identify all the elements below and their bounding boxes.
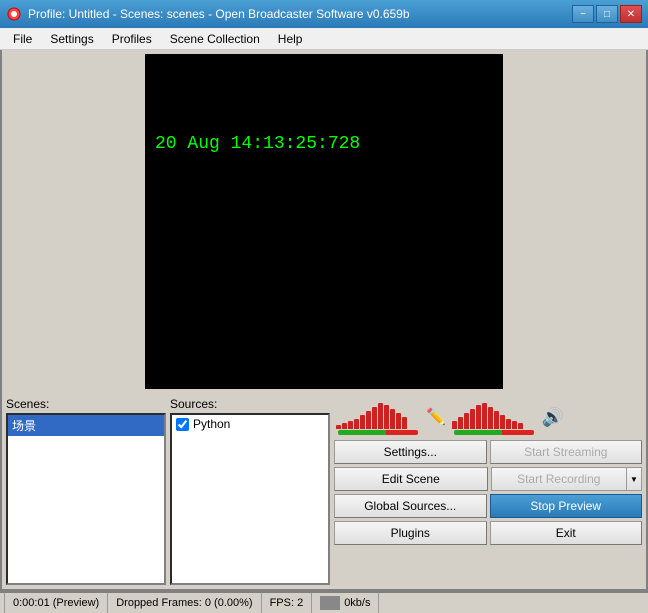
window-controls: − □ ✕ [572, 5, 642, 23]
left-level-bar [338, 430, 418, 435]
btn-row-3: Global Sources... Stop Preview [334, 494, 642, 518]
title-text: Profile: Untitled - Scenes: scenes - Ope… [28, 7, 572, 21]
status-bandwidth: 0kb/s [312, 593, 379, 613]
start-recording-container: Start Recording ▼ [491, 467, 643, 491]
status-time: 0:00:01 (Preview) [4, 593, 108, 613]
scenes-label: Scenes: [6, 397, 166, 411]
close-button[interactable]: ✕ [620, 5, 642, 23]
minimize-button[interactable]: − [572, 5, 594, 23]
btn-row-2: Edit Scene Start Recording ▼ [334, 467, 642, 491]
scenes-panel: Scenes: 场景 [6, 397, 166, 585]
menu-profiles[interactable]: Profiles [103, 29, 161, 49]
source-item[interactable]: Python [172, 415, 328, 433]
start-streaming-button[interactable]: Start Streaming [490, 440, 643, 464]
meter-bar [512, 421, 517, 429]
meter-bar [360, 415, 365, 429]
edit-icon: ✏️ [426, 407, 446, 427]
bandwidth-value: 0kb/s [344, 597, 370, 609]
main-window: 20 Aug 14:13:25:728 Scenes: 场景 Sources: … [0, 50, 648, 591]
meter-bar [452, 421, 457, 429]
left-meter-bars [336, 399, 420, 429]
right-level-bar [454, 430, 534, 435]
meter-bar [500, 415, 505, 429]
meters-row: ✏️ 🔊 [334, 397, 642, 437]
controls-panel: ✏️ 🔊 Settings... Start Streaming Edit Sc… [334, 397, 642, 585]
start-recording-dropdown[interactable]: ▼ [626, 467, 642, 491]
sources-list[interactable]: Python [170, 413, 330, 585]
meter-bar [458, 417, 463, 429]
source-checkbox[interactable] [176, 418, 189, 431]
meter-bar [506, 419, 511, 429]
plugins-button[interactable]: Plugins [334, 521, 487, 545]
title-bar: Profile: Untitled - Scenes: scenes - Ope… [0, 0, 648, 28]
right-meter-bars [452, 399, 536, 429]
bandwidth-indicator [320, 596, 340, 610]
meter-bar [464, 413, 469, 429]
meter-bar [384, 405, 389, 429]
btn-row-4: Plugins Exit [334, 521, 642, 545]
sources-panel: Sources: Python [170, 397, 330, 585]
volume-icon: 🔊 [542, 407, 564, 428]
menu-settings[interactable]: Settings [41, 29, 102, 49]
menu-help[interactable]: Help [269, 29, 312, 49]
meter-bar [494, 411, 499, 429]
sources-label: Sources: [170, 397, 330, 411]
meter-bar [354, 419, 359, 429]
meter-bar [348, 421, 353, 429]
preview-area: 20 Aug 14:13:25:728 [145, 54, 503, 389]
status-dropped: Dropped Frames: 0 (0.00%) [108, 593, 261, 613]
bottom-section: Scenes: 场景 Sources: Python [2, 393, 646, 589]
meter-bar [470, 409, 475, 429]
meter-bar [396, 413, 401, 429]
menu-file[interactable]: File [4, 29, 41, 49]
meter-bar [390, 409, 395, 429]
app-icon [6, 6, 22, 22]
source-label: Python [193, 417, 230, 431]
menu-bar: File Settings Profiles Scene Collection … [0, 28, 648, 50]
settings-button[interactable]: Settings... [334, 440, 487, 464]
meter-bar [336, 425, 341, 429]
edit-scene-button[interactable]: Edit Scene [334, 467, 488, 491]
meter-bar [488, 407, 493, 429]
scenes-list[interactable]: 场景 [6, 413, 166, 585]
scene-item[interactable]: 场景 [8, 415, 164, 436]
left-meter [336, 399, 420, 435]
status-fps: FPS: 2 [262, 593, 313, 613]
btn-row-1: Settings... Start Streaming [334, 440, 642, 464]
global-sources-button[interactable]: Global Sources... [334, 494, 487, 518]
meter-bar [372, 407, 377, 429]
meter-bar [402, 417, 407, 429]
meter-bar [482, 403, 487, 429]
meter-bar [378, 403, 383, 429]
maximize-button[interactable]: □ [596, 5, 618, 23]
meter-bar [476, 405, 481, 429]
menu-scene-collection[interactable]: Scene Collection [161, 29, 269, 49]
exit-button[interactable]: Exit [490, 521, 643, 545]
preview-timestamp: 20 Aug 14:13:25:728 [155, 134, 360, 154]
meter-bar [342, 423, 347, 429]
meter-bar [366, 411, 371, 429]
right-meter [452, 399, 536, 435]
meter-bar [518, 423, 523, 429]
status-bar: 0:00:01 (Preview) Dropped Frames: 0 (0.0… [0, 591, 648, 613]
stop-preview-button[interactable]: Stop Preview [490, 494, 643, 518]
start-recording-button[interactable]: Start Recording [491, 467, 627, 491]
